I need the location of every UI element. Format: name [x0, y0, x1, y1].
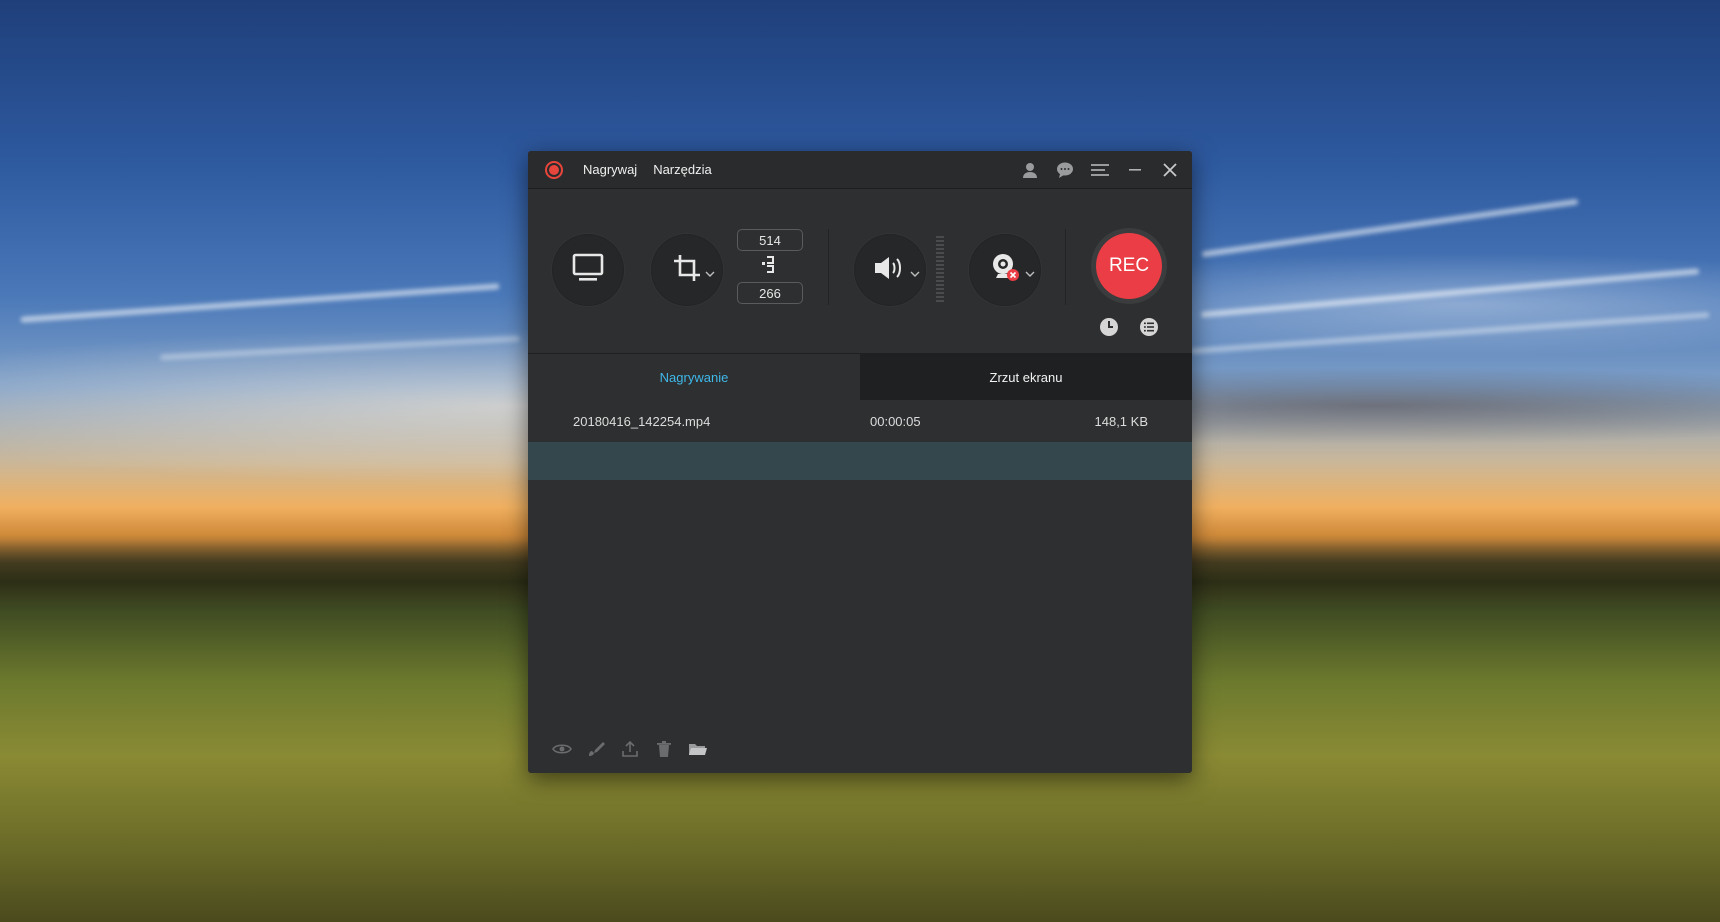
feedback-icon[interactable]: [1055, 160, 1075, 180]
system-audio-button[interactable]: [854, 234, 926, 306]
webcam-button[interactable]: [969, 234, 1041, 306]
selected-row[interactable]: [528, 442, 1192, 480]
minimize-icon[interactable]: [1125, 160, 1145, 180]
file-name: 20180416_142254.mp4: [573, 413, 711, 429]
table-row[interactable]: 20180416_142254.mp4 00:00:05 148,1 KB: [528, 400, 1192, 442]
close-icon[interactable]: [1160, 160, 1180, 180]
file-duration: 00:00:05: [870, 413, 921, 429]
background-cloud: [1190, 311, 1710, 355]
monitor-icon: [572, 253, 604, 288]
tab-nagrywanie[interactable]: Nagrywanie: [528, 354, 860, 400]
speaker-icon: [873, 254, 907, 287]
schedule-clock-icon[interactable]: [1099, 317, 1119, 337]
region-mode-button[interactable]: [651, 234, 723, 306]
width-input[interactable]: 514: [737, 229, 803, 251]
chevron-down-icon: [910, 265, 920, 283]
chevron-down-icon: [705, 265, 715, 283]
link-aspect-icon[interactable]: [760, 253, 780, 277]
library-tabs: Nagrywanie Zrzut ekranu: [528, 354, 1192, 400]
crop-icon: [672, 253, 702, 288]
fullscreen-mode-button[interactable]: [552, 234, 624, 306]
background-cloud: [1201, 198, 1579, 258]
rec-button[interactable]: REC: [1091, 228, 1167, 304]
edit-brush-icon[interactable]: [586, 739, 606, 759]
delete-trash-icon[interactable]: [654, 739, 674, 759]
file-size: 148,1 KB: [1094, 413, 1149, 429]
preview-eye-icon[interactable]: [552, 739, 572, 759]
app-logo-icon: [544, 159, 566, 181]
record-toolbar: 514 266 REC: [528, 189, 1192, 354]
menu-nagrywaj[interactable]: Nagrywaj: [583, 162, 637, 177]
toolbar-divider: [1065, 229, 1066, 305]
recorder-window: Nagrywaj Narzędzia 514 266 REC Nagrywani…: [528, 151, 1192, 773]
background-cloud: [1200, 268, 1700, 318]
open-folder-icon[interactable]: [688, 739, 708, 759]
webcam-icon: [990, 252, 1020, 289]
task-list-icon[interactable]: [1139, 317, 1159, 337]
menu-icon[interactable]: [1090, 160, 1110, 180]
background-cloud: [160, 335, 520, 361]
file-actions-bar: [552, 739, 708, 759]
volume-meter: [936, 236, 944, 302]
background-cloud: [20, 283, 500, 323]
rec-label: REC: [1096, 233, 1162, 299]
tab-zrzut-ekranu[interactable]: Zrzut ekranu: [860, 354, 1192, 400]
share-upload-icon[interactable]: [620, 739, 640, 759]
title-bar: Nagrywaj Narzędzia: [528, 151, 1192, 189]
account-icon[interactable]: [1020, 160, 1040, 180]
chevron-down-icon: [1025, 265, 1035, 283]
height-input[interactable]: 266: [737, 282, 803, 304]
toolbar-divider: [828, 229, 829, 305]
menu-narzedzia[interactable]: Narzędzia: [653, 162, 712, 177]
recording-list: 20180416_142254.mp4 00:00:05 148,1 KB: [528, 400, 1192, 480]
